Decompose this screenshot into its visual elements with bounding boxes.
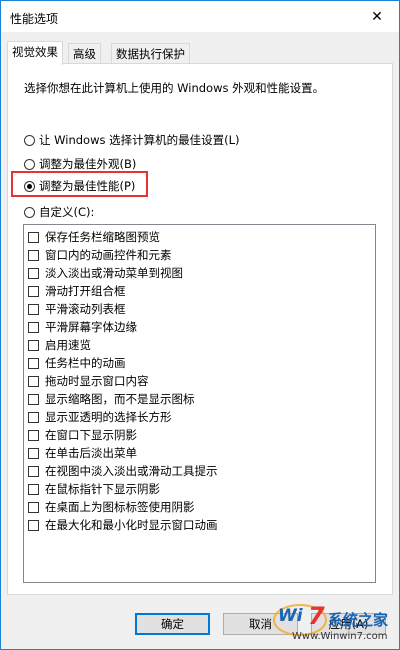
effect-label: 任务栏中的动画 [45, 356, 126, 370]
radio-label: 调整为最佳性能(P) [39, 179, 136, 193]
checkbox[interactable] [28, 321, 39, 333]
checkbox[interactable] [28, 393, 39, 405]
effect-label: 保存任务栏缩略图预览 [45, 230, 160, 244]
checkbox[interactable] [28, 285, 39, 297]
effect-checkbox-row[interactable]: 在单击后淡出菜单 [28, 445, 137, 461]
effect-label: 在视图中淡入淡出或滑动工具提示 [45, 464, 218, 478]
effect-checkbox-row[interactable]: 显示缩略图，而不是显示图标 [28, 391, 195, 407]
effect-label: 显示亚透明的选择长方形 [45, 410, 172, 424]
effect-label: 滑动打开组合框 [45, 284, 126, 298]
effect-label: 平滑滚动列表框 [45, 302, 126, 316]
performance-options-dialog: 性能选项 ✕ 视觉效果 高级 数据执行保护 选择你想在此计算机上使用的 Wind… [0, 0, 400, 650]
description-text: 选择你想在此计算机上使用的 Windows 外观和性能设置。 [24, 81, 325, 95]
window-title: 性能选项 [10, 12, 59, 26]
checkbox[interactable] [28, 447, 39, 459]
effect-checkbox-row[interactable]: 拖动时显示窗口内容 [28, 373, 149, 389]
effect-checkbox-row[interactable]: 在桌面上为图标标签使用阴影 [28, 499, 195, 515]
checkbox[interactable] [28, 357, 39, 369]
effect-checkbox-row[interactable]: 保存任务栏缩略图预览 [28, 229, 160, 245]
checkbox[interactable] [28, 303, 39, 315]
effect-checkbox-row[interactable]: 淡入淡出或滑动菜单到视图 [28, 265, 183, 281]
checkbox[interactable] [28, 519, 39, 531]
checkbox[interactable] [28, 339, 39, 351]
checkbox[interactable] [28, 267, 39, 279]
effect-label: 在单击后淡出菜单 [45, 446, 137, 460]
effect-checkbox-row[interactable]: 窗口内的动画控件和元素 [28, 247, 172, 263]
radio-best-appearance[interactable]: 调整为最佳外观(B) [24, 156, 136, 172]
close-icon[interactable]: ✕ [355, 1, 399, 32]
effect-label: 淡入淡出或滑动菜单到视图 [45, 266, 183, 280]
effect-checkbox-row[interactable]: 平滑屏幕字体边缘 [28, 319, 137, 335]
ok-button[interactable]: 确定 [135, 613, 210, 635]
effect-checkbox-row[interactable]: 在窗口下显示阴影 [28, 427, 137, 443]
effect-checkbox-row[interactable]: 在视图中淡入淡出或滑动工具提示 [28, 463, 218, 479]
radio-label: 让 Windows 选择计算机的最佳设置(L) [39, 133, 240, 147]
radio-button[interactable] [24, 206, 35, 218]
visual-effects-panel: 选择你想在此计算机上使用的 Windows 外观和性能设置。 让 Windows… [7, 63, 393, 595]
effect-label: 在桌面上为图标标签使用阴影 [45, 500, 195, 514]
checkbox[interactable] [28, 375, 39, 387]
checkbox[interactable] [28, 231, 39, 243]
checkbox[interactable] [28, 465, 39, 477]
checkbox[interactable] [28, 483, 39, 495]
effect-checkbox-row[interactable]: 显示亚透明的选择长方形 [28, 409, 172, 425]
watermark-site-name: 系统之家 [328, 611, 389, 629]
checkbox[interactable] [28, 429, 39, 441]
radio-let-windows-choose[interactable]: 让 Windows 选择计算机的最佳设置(L) [24, 132, 240, 148]
effect-checkbox-row[interactable]: 在最大化和最小化时显示窗口动画 [28, 517, 218, 533]
effect-label: 在窗口下显示阴影 [45, 428, 137, 442]
radio-button-selected[interactable] [24, 180, 35, 192]
effect-checkbox-row[interactable]: 任务栏中的动画 [28, 355, 126, 371]
watermark-logo-seven: 7 [308, 602, 325, 630]
effect-label: 窗口内的动画控件和元素 [45, 248, 172, 262]
title-bar: 性能选项 ✕ [1, 1, 399, 32]
watermark-url: Www.Winwin7.com [292, 631, 388, 642]
visual-effects-list[interactable]: 保存任务栏缩略图预览 窗口内的动画控件和元素 淡入淡出或滑动菜单到视图 滑动打开… [23, 224, 376, 583]
radio-label: 自定义(C): [39, 205, 95, 219]
checkbox[interactable] [28, 249, 39, 261]
radio-best-performance[interactable]: 调整为最佳性能(P) [24, 178, 135, 194]
effect-label: 显示缩略图，而不是显示图标 [45, 392, 195, 406]
radio-button[interactable] [24, 134, 35, 146]
effect-checkbox-row[interactable]: 平滑滚动列表框 [28, 301, 126, 317]
radio-button[interactable] [24, 158, 35, 170]
radio-label: 调整为最佳外观(B) [39, 157, 137, 171]
effect-label: 平滑屏幕字体边缘 [45, 320, 137, 334]
radio-custom[interactable]: 自定义(C): [24, 204, 94, 220]
site-watermark: Wi 7 系统之家 Www.Winwin7.com [270, 598, 400, 650]
effect-label: 拖动时显示窗口内容 [45, 374, 149, 388]
effect-checkbox-row[interactable]: 在鼠标指针下显示阴影 [28, 481, 160, 497]
effect-checkbox-row[interactable]: 滑动打开组合框 [28, 283, 126, 299]
watermark-logo-text: Wi [278, 606, 303, 626]
effect-label: 启用速览 [45, 338, 91, 352]
effect-label: 在最大化和最小化时显示窗口动画 [45, 518, 218, 532]
checkbox[interactable] [28, 501, 39, 513]
effect-label: 在鼠标指针下显示阴影 [45, 482, 160, 496]
tab-data-execution-prevention[interactable]: 数据执行保护 [111, 43, 190, 64]
effect-checkbox-row[interactable]: 启用速览 [28, 337, 91, 353]
tab-visual-effects[interactable]: 视觉效果 [7, 41, 63, 65]
checkbox[interactable] [28, 411, 39, 423]
tab-advanced[interactable]: 高级 [68, 43, 101, 64]
